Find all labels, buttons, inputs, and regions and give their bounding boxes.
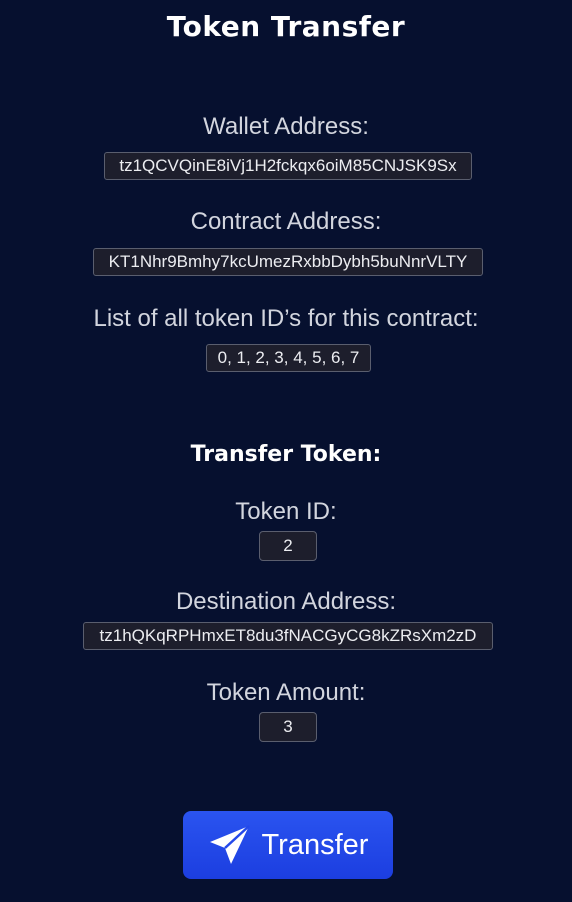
token-id-list-label: List of all token ID’s for this contract… — [93, 305, 479, 332]
transfer-button[interactable]: Transfer — [183, 811, 393, 879]
contract-address-label: Contract Address: — [190, 208, 382, 235]
destination-address-field[interactable] — [83, 622, 493, 650]
wallet-address-label: Wallet Address: — [203, 113, 369, 140]
transfer-button-label: Transfer — [261, 828, 369, 861]
page-title: Token Transfer — [166, 10, 406, 43]
token-id-field[interactable] — [259, 531, 317, 561]
paper-plane-icon — [208, 823, 252, 867]
destination-address-label: Destination Address: — [175, 588, 397, 615]
transfer-token-heading: Transfer Token: — [190, 442, 382, 467]
token-id-label: Token ID: — [235, 498, 337, 525]
token-id-list-field[interactable] — [206, 344, 371, 372]
token-amount-label: Token Amount: — [206, 679, 366, 706]
contract-address-field[interactable] — [93, 248, 483, 276]
wallet-address-field[interactable] — [104, 152, 472, 180]
token-amount-field[interactable] — [259, 712, 317, 742]
